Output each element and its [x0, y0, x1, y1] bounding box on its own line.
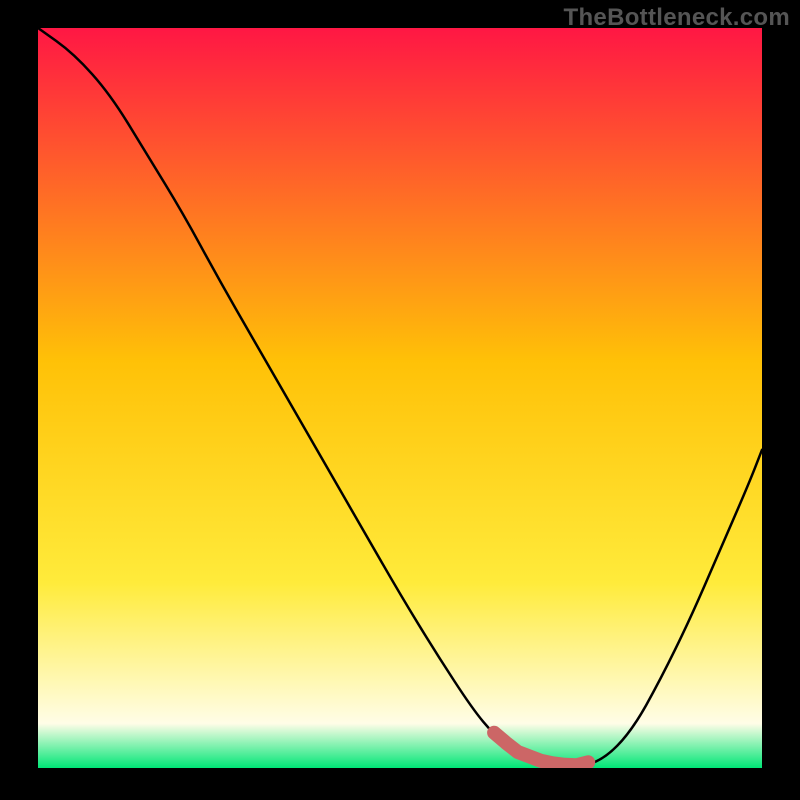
chart-background	[38, 28, 762, 768]
chart-frame: TheBottleneck.com	[0, 0, 800, 800]
plot-area	[38, 28, 762, 768]
bottleneck-plot	[38, 28, 762, 768]
